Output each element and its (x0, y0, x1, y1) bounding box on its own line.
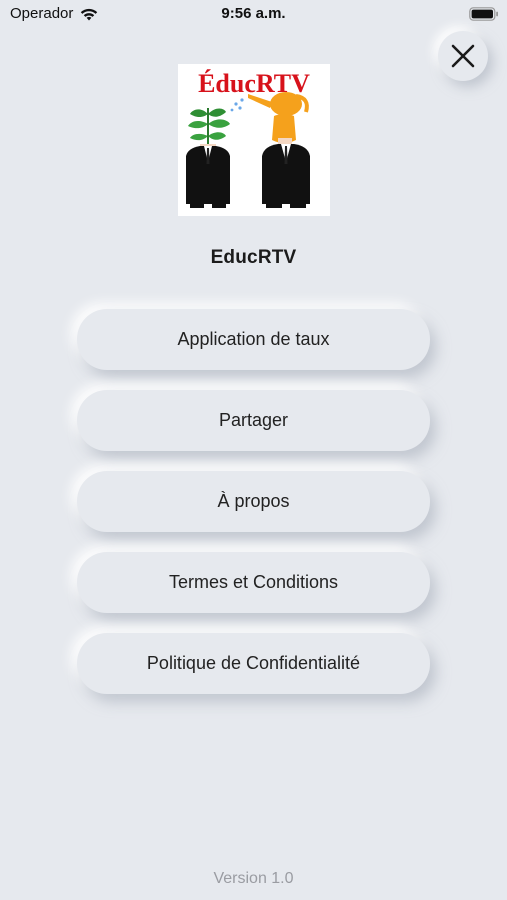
version-label: Version 1.0 (213, 870, 294, 887)
plant-icon (188, 108, 230, 146)
status-time: 9:56 a.m. (221, 5, 286, 22)
close-icon (449, 42, 477, 70)
politique-de-confidentialite-button[interactable]: Politique de Confidentialité (77, 633, 430, 694)
right-figure-icon (262, 114, 310, 208)
battery-icon (469, 7, 499, 21)
app-logo: ÉducRTV (178, 64, 330, 216)
status-bar: Operador 9:56 a.m. (0, 0, 507, 30)
app-name-title: EducRTV (210, 247, 297, 268)
close-button[interactable] (438, 31, 488, 81)
application-de-taux-button[interactable]: Application de taux (77, 309, 430, 370)
a-propos-button[interactable]: À propos (77, 471, 430, 532)
menu-list: Application de taux Partager À propos Te… (77, 309, 430, 714)
termes-et-conditions-button[interactable]: Termes et Conditions (77, 552, 430, 613)
left-figure-icon (186, 144, 230, 208)
partager-button[interactable]: Partager (77, 390, 430, 451)
